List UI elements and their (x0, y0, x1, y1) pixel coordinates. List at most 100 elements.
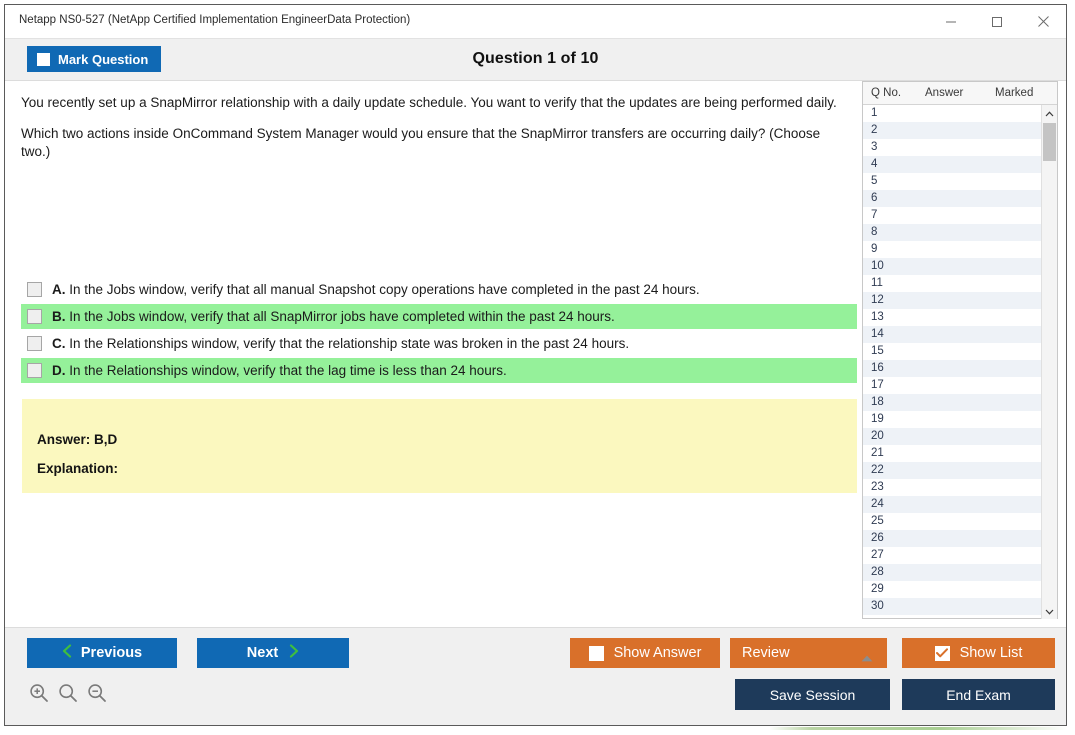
check-icon (936, 648, 949, 658)
question-list-row[interactable]: 23 (863, 479, 1041, 496)
close-button[interactable] (1020, 5, 1066, 38)
question-list-rows: 1 2 3 4 5 6 7 8 9 10 11 12 13 14 15 16 17 18 19 20 21 22 23 24 2… (863, 105, 1041, 615)
answer-explanation-box: Answer: B,D Explanation: (22, 399, 857, 493)
review-label: Review (742, 645, 790, 661)
question-list-row[interactable]: 22 (863, 462, 1041, 479)
option-text-c: In the Relationships window, verify that… (69, 336, 630, 351)
option-row-c[interactable]: C. In the Relationships window, verify t… (21, 331, 857, 356)
question-list-row[interactable]: 2 (863, 122, 1041, 139)
stem-paragraph: You recently set up a SnapMirror relatio… (21, 95, 837, 110)
chevron-left-icon (62, 644, 72, 662)
option-label-d: D. In the Relationships window, verify t… (52, 363, 507, 378)
next-button[interactable]: Next (197, 638, 349, 668)
question-list-row[interactable]: 9 (863, 241, 1041, 258)
question-counter: Question 1 of 10 (472, 50, 599, 67)
question-list-row[interactable]: 21 (863, 445, 1041, 462)
previous-button-label: Previous (80, 645, 143, 661)
option-text-a: In the Jobs window, verify that all manu… (69, 282, 700, 297)
question-list-row[interactable]: 26 (863, 530, 1041, 547)
question-list-row[interactable]: 29 (863, 581, 1041, 598)
option-checkbox-c[interactable] (27, 336, 42, 351)
show-answer-label: Show Answer (613, 645, 702, 661)
question-list-panel: Q No. Answer Marked 1 2 3 4 5 6 7 8 9 10 11 12 13 14 1… (862, 81, 1058, 619)
question-list-row[interactable]: 6 (863, 190, 1041, 207)
question-list-row[interactable]: 8 (863, 224, 1041, 241)
zoom-in-icon[interactable] (29, 683, 49, 708)
zoom-out-icon[interactable] (87, 683, 107, 708)
question-list-row[interactable]: 5 (863, 173, 1041, 190)
save-session-label: Save Session (769, 686, 856, 703)
window-title: Netapp NS0-527 (NetApp Certified Impleme… (19, 14, 411, 26)
previous-button[interactable]: Previous (27, 638, 177, 668)
question-list-row[interactable]: 20 (863, 428, 1041, 445)
question-list-row[interactable]: 7 (863, 207, 1041, 224)
option-checkbox-a[interactable] (27, 282, 42, 297)
question-list-scrollbar[interactable] (1041, 105, 1057, 619)
option-checkbox-d[interactable] (27, 363, 42, 378)
next-button-label: Next (246, 645, 279, 661)
scroll-down-button[interactable] (1042, 603, 1057, 619)
option-row-b[interactable]: B. In the Jobs window, verify that all S… (21, 304, 857, 329)
question-header-bar: Mark Question Question 1 of 10 (5, 39, 1066, 81)
scrollbar-thumb[interactable] (1043, 123, 1056, 161)
option-label-b: B. In the Jobs window, verify that all S… (52, 309, 615, 324)
option-label-a: A. In the Jobs window, verify that all m… (52, 282, 700, 297)
question-list-row[interactable]: 10 (863, 258, 1041, 275)
minimize-button[interactable] (928, 5, 974, 38)
chevron-up-icon (1045, 105, 1054, 122)
column-header-marked: Marked (995, 87, 1034, 99)
question-list-row[interactable]: 3 (863, 139, 1041, 156)
question-list-row[interactable]: 13 (863, 309, 1041, 326)
option-row-d[interactable]: D. In the Relationships window, verify t… (21, 358, 857, 383)
end-exam-button[interactable]: End Exam (902, 679, 1055, 710)
show-answer-button[interactable]: Show Answer (570, 638, 720, 668)
option-text-b: In the Jobs window, verify that all Snap… (69, 309, 615, 324)
option-letter-c: C. (52, 336, 66, 351)
question-list-row[interactable]: 19 (863, 411, 1041, 428)
answer-key: Answer: B,D (37, 432, 118, 447)
end-exam-label: End Exam (946, 686, 1011, 703)
maximize-button[interactable] (974, 5, 1020, 38)
maximize-icon (991, 16, 1003, 28)
option-checkbox-b[interactable] (27, 309, 42, 324)
review-dropdown[interactable]: Review (730, 638, 887, 668)
show-answer-checkbox[interactable] (588, 645, 604, 661)
show-list-button[interactable]: Show List (902, 638, 1055, 668)
question-list-row[interactable]: 18 (863, 394, 1041, 411)
option-label-c: C. In the Relationships window, verify t… (52, 336, 629, 351)
option-letter-a: A. (52, 282, 66, 297)
question-stem: You recently set up a SnapMirror relatio… (21, 94, 851, 160)
option-row-a[interactable]: A. In the Jobs window, verify that all m… (21, 277, 857, 302)
explanation-label: Explanation: (37, 461, 119, 476)
question-list-row[interactable]: 28 (863, 564, 1041, 581)
option-letter-d: D. (52, 363, 66, 378)
zoom-controls (29, 683, 107, 708)
question-list-row[interactable]: 27 (863, 547, 1041, 564)
question-list-row[interactable]: 16 (863, 360, 1041, 377)
question-list-row[interactable]: 14 (863, 326, 1041, 343)
scroll-up-button[interactable] (1042, 105, 1057, 121)
save-session-button[interactable]: Save Session (735, 679, 890, 710)
window-controls (928, 5, 1066, 38)
column-header-qno: Q No. (871, 87, 902, 99)
window-bottom-accent (4, 727, 1067, 730)
question-list-row[interactable]: 11 (863, 275, 1041, 292)
stem-paragraph: Which two actions inside OnCommand Syste… (21, 125, 821, 159)
question-list-row[interactable]: 24 (863, 496, 1041, 513)
option-letter-b: B. (52, 309, 66, 324)
exam-simulator-window: Netapp NS0-527 (NetApp Certified Impleme… (4, 4, 1067, 726)
show-list-checkbox[interactable] (934, 645, 950, 661)
question-list-row[interactable]: 17 (863, 377, 1041, 394)
zoom-normal-icon[interactable] (58, 683, 78, 708)
question-list-row[interactable]: 4 (863, 156, 1041, 173)
show-list-label: Show List (959, 645, 1023, 661)
title-bar: Netapp NS0-527 (NetApp Certified Impleme… (5, 5, 1066, 39)
chevron-right-icon (289, 644, 299, 662)
question-list-row[interactable]: 30 (863, 598, 1041, 615)
chevron-up-icon (861, 650, 873, 666)
question-list-row[interactable]: 1 (863, 105, 1041, 122)
question-list-row[interactable]: 15 (863, 343, 1041, 360)
question-list-row[interactable]: 25 (863, 513, 1041, 530)
question-list-row[interactable]: 12 (863, 292, 1041, 309)
option-text-d: In the Relationships window, verify that… (69, 363, 507, 378)
